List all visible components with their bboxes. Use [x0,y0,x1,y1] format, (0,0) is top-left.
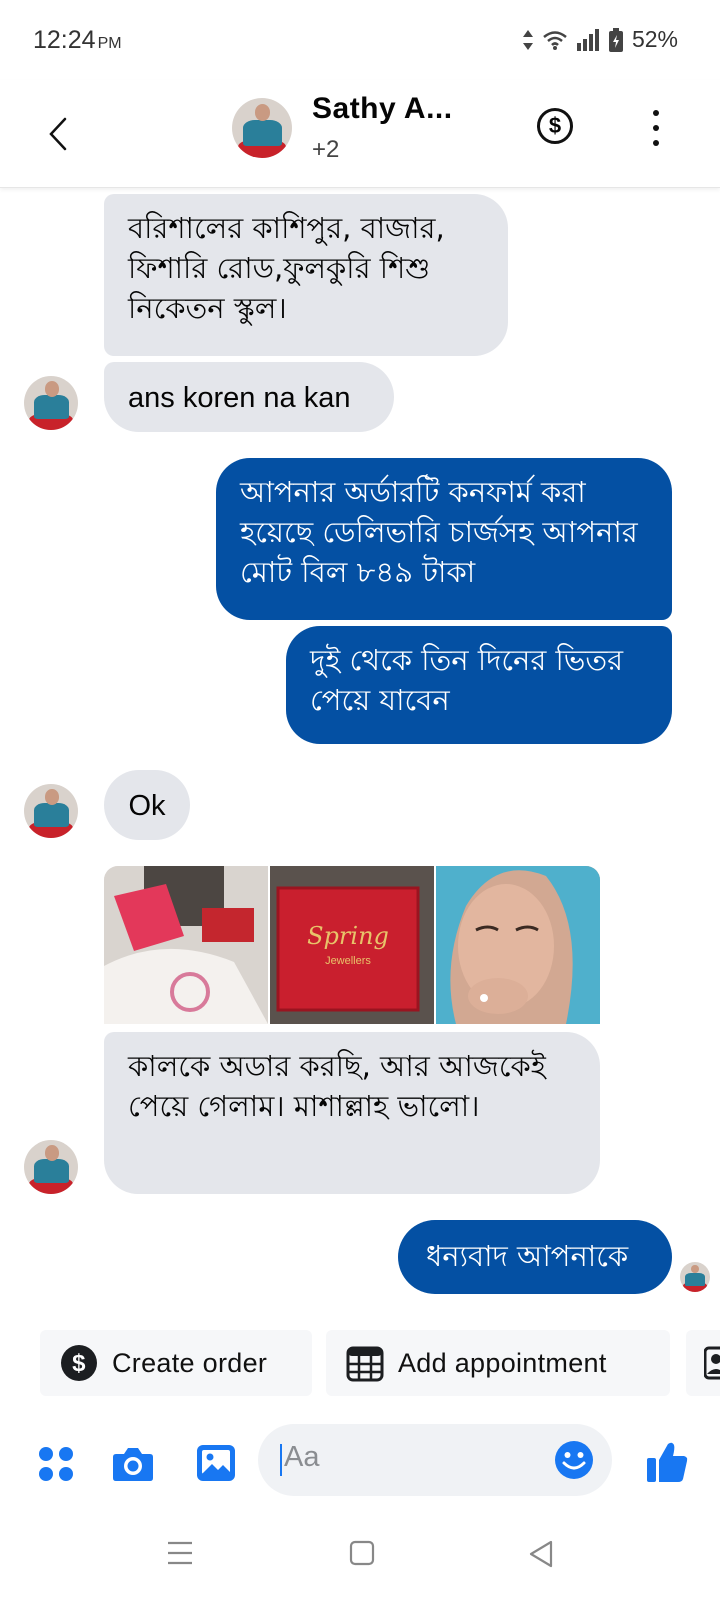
photo-box-sub: Jewellers [325,955,371,967]
square-icon [349,1540,375,1566]
photo-attachment[interactable] [436,866,600,1024]
message-text: ধন্যবাদ আপনাকে [426,1239,629,1273]
contact-avatar[interactable] [232,98,292,158]
recent-apps-button[interactable] [166,1540,194,1570]
svg-text:$: $ [72,1350,86,1377]
sender-avatar[interactable] [24,376,78,430]
status-time: 12:24 PM [33,26,122,55]
chevron-left-icon [49,117,67,151]
signal-icon [576,28,599,51]
gallery-button[interactable] [196,1444,236,1486]
status-icons: 52% [522,26,678,53]
add-appointment-label: Add appointment [398,1347,607,1378]
text-caret [280,1444,282,1476]
message-text: দুই থেকে তিন দিনের ভিতর পেয়ে যাবেন [310,643,624,717]
contact-card-icon [704,1346,720,1380]
image-icon [197,1445,235,1481]
status-bar: 12:24 PM 52% [0,0,720,80]
more-options-button[interactable] [650,110,662,146]
message-text: ans koren na kan [128,382,351,414]
read-receipt-avatar [680,1262,710,1292]
camera-icon [113,1448,153,1481]
more-quick-action-button[interactable] [686,1330,720,1396]
triangle-back-icon [529,1540,553,1568]
message-bubble-outgoing[interactable]: ধন্যবাদ আপনাকে [398,1220,672,1294]
smiley-icon [555,1441,593,1479]
camera-button[interactable] [112,1444,154,1486]
add-appointment-button[interactable]: Add appointment [326,1330,670,1396]
system-navigation-bar [0,1520,720,1600]
sender-avatar[interactable] [24,1140,78,1194]
create-order-label: Create order [112,1347,268,1378]
clock-text: 12:24 [33,26,96,54]
photo-attachment[interactable] [104,866,268,1024]
contact-subtitle: +2 [312,136,340,163]
menu-lines-icon [168,1541,192,1565]
message-text: কালকে অডার করছি, আর আজকেই পেয়ে গেলাম। ম… [128,1049,546,1123]
more-actions-button[interactable] [38,1446,74,1486]
clock-ampm: PM [97,35,122,52]
wifi-icon [543,30,567,50]
payment-button[interactable]: $ [537,108,573,144]
message-bubble-incoming[interactable]: কালকে অডার করছি, আর আজকেই পেয়ে গেলাম। ম… [104,1032,600,1194]
thumbs-up-icon [647,1442,688,1482]
message-bubble-incoming[interactable]: ans koren na kan [104,362,394,432]
message-text: আপনার অর্ডারটি কনফার্ম করা হয়েছে ডেলিভা… [240,475,638,589]
calendar-icon [346,1344,384,1382]
message-bubble-incoming[interactable]: বরিশালের কাশিপুর, বাজার, ফিশারি রোড,ফুলক… [104,194,508,356]
message-input[interactable]: Aa [258,1424,612,1496]
emoji-button[interactable] [554,1440,594,1484]
message-text: Ok [128,790,166,822]
create-order-button[interactable]: $ Create order [40,1330,312,1396]
back-button[interactable] [40,110,76,158]
photo-box-brand: Spring [307,922,389,950]
dollar-circle-icon: $ [60,1344,98,1382]
photo-attachment[interactable]: Spring Jewellers [270,866,434,1024]
sender-avatar[interactable] [24,784,78,838]
four-dots-icon [39,1447,73,1481]
system-back-button[interactable] [528,1540,554,1572]
message-bubble-incoming[interactable]: Ok [104,770,190,840]
like-button[interactable] [646,1440,688,1488]
battery-icon [608,27,623,52]
dollar-icon: $ [548,113,562,138]
data-arrows-icon [522,29,533,50]
home-button[interactable] [349,1540,375,1570]
contact-name[interactable]: Sathy A... [312,92,453,126]
message-bubble-outgoing[interactable]: দুই থেকে তিন দিনের ভিতর পেয়ে যাবেন [286,626,672,744]
battery-percent: 52% [631,26,678,52]
conversation-header: Sathy A... +2 $ [0,80,720,188]
message-bubble-outgoing[interactable]: আপনার অর্ডারটি কনফার্ম করা হয়েছে ডেলিভা… [216,458,672,620]
message-input-placeholder: Aa [284,1441,320,1473]
message-text: বরিশালের কাশিপুর, বাজার, ফিশারি রোড,ফুলক… [128,211,445,325]
